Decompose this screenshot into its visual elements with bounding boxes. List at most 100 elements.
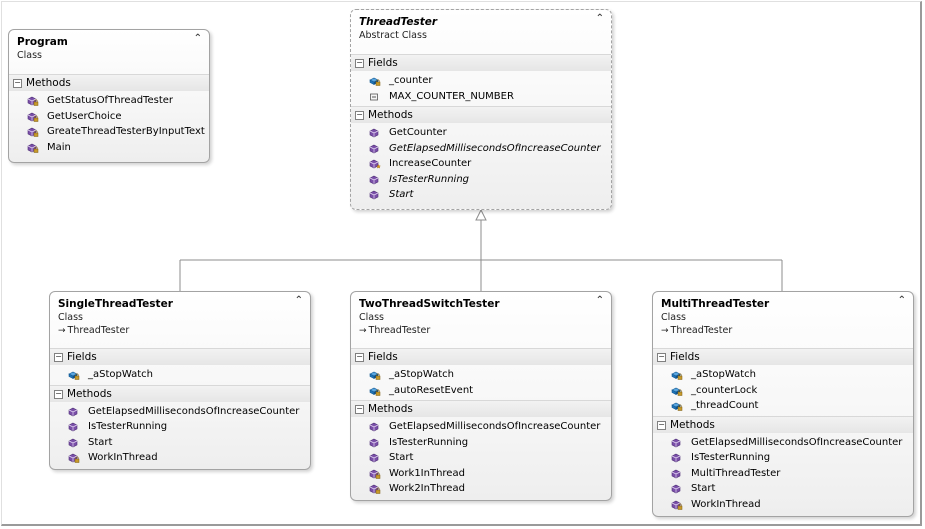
member-label: IncreaseCounter <box>389 158 472 169</box>
member-item[interactable]: _autoResetEvent <box>351 383 611 399</box>
member-item[interactable]: Start <box>351 187 611 203</box>
member-label: _aStopWatch <box>691 369 756 380</box>
method-icon <box>369 422 379 432</box>
method-icon <box>671 453 681 463</box>
member-label: _threadCount <box>691 400 759 411</box>
method-icon <box>369 190 379 200</box>
class-two-thread-switch-tester[interactable]: TwoThreadSwitchTester Class → ThreadTeste… <box>350 291 612 501</box>
method-icon <box>369 128 379 138</box>
section-fields[interactable]: − Fields <box>351 54 611 71</box>
member-item[interactable]: _counter <box>351 73 611 89</box>
class-program[interactable]: Program Class ⌃ − Methods GetStatusOfThre… <box>8 29 210 163</box>
member-item[interactable]: WorkInThread <box>50 450 310 466</box>
class-name: SingleThreadTester <box>58 298 173 310</box>
class-thread-tester[interactable]: ThreadTester Abstract Class ⌃ − Fields _c… <box>350 9 612 210</box>
member-item[interactable]: Work2InThread <box>351 481 611 497</box>
member-item[interactable]: GetElapsedMillisecondsOfIncreaseCounter <box>351 141 611 157</box>
collapse-chevron-icon[interactable]: ⌃ <box>898 295 906 306</box>
member-label: _aStopWatch <box>389 369 454 380</box>
section-toggle-icon[interactable]: − <box>54 389 63 399</box>
member-item[interactable]: Start <box>653 481 913 497</box>
section-methods[interactable]: − Methods <box>9 74 209 91</box>
private-method-icon <box>27 96 39 106</box>
class-parent: → ThreadTester <box>359 325 431 336</box>
member-label: _counterLock <box>691 384 758 396</box>
private-field-icon <box>671 387 683 396</box>
inheritance-arrowhead <box>475 208 487 221</box>
member-item[interactable]: IsTesterRunning <box>351 435 611 451</box>
class-multi-thread-tester[interactable]: MultiThreadTester Class → ThreadTester ⌃ … <box>652 291 914 517</box>
member-item[interactable]: _aStopWatch <box>50 367 310 383</box>
member-label: MultiThreadTester <box>691 467 781 479</box>
section-fields[interactable]: − Fields <box>351 348 611 365</box>
collapse-chevron-icon[interactable]: ⌃ <box>194 33 202 44</box>
member-item[interactable]: _aStopWatch <box>351 367 611 383</box>
member-item[interactable]: GetElapsedMillisecondsOfIncreaseCounter <box>351 419 611 435</box>
member-item[interactable]: MAX_COUNTER_NUMBER <box>351 89 611 105</box>
section-toggle-icon[interactable]: − <box>355 111 364 120</box>
member-item[interactable]: IsTesterRunning <box>351 172 611 188</box>
member-item[interactable]: _aStopWatch <box>653 367 913 383</box>
member-item[interactable]: GetCounter <box>351 125 611 141</box>
section-toggle-icon[interactable]: − <box>13 79 22 88</box>
member-label: GetCounter <box>389 127 447 138</box>
member-item[interactable]: Main <box>9 140 209 156</box>
section-methods[interactable]: − Methods <box>50 384 310 402</box>
private-field-icon <box>68 371 80 380</box>
member-item[interactable]: Start <box>351 450 611 466</box>
method-icon <box>369 144 379 153</box>
section-toggle-icon[interactable]: − <box>355 405 364 414</box>
member-label: GetElapsedMillisecondsOfIncreaseCounter <box>691 436 903 448</box>
member-item[interactable]: MultiThreadTester <box>653 466 913 482</box>
section-methods[interactable]: − Methods <box>653 415 913 433</box>
member-item[interactable]: Work1InThread <box>351 466 611 482</box>
section-fields[interactable]: − Fields <box>50 348 310 365</box>
class-name: ThreadTester <box>359 16 438 28</box>
member-list: _aStopWatch <box>50 365 310 385</box>
inherits-arrow-icon: → <box>661 326 669 336</box>
member-item[interactable]: GetElapsedMillisecondsOfIncreaseCounter <box>653 435 913 451</box>
private-field-icon <box>369 371 381 380</box>
member-item[interactable]: GreateThreadTesterByInputText <box>9 124 209 140</box>
member-label: WorkInThread <box>88 452 158 463</box>
collapse-chevron-icon[interactable]: ⌃ <box>596 295 604 306</box>
member-item[interactable]: IncreaseCounter <box>351 156 611 172</box>
member-item[interactable]: _threadCount <box>653 398 913 414</box>
member-item[interactable]: IsTesterRunning <box>653 450 913 466</box>
member-item[interactable]: GetElapsedMillisecondsOfIncreaseCounter <box>50 404 310 420</box>
member-item[interactable]: _counterLock <box>653 383 913 399</box>
member-label: Start <box>389 189 414 200</box>
section-toggle-icon[interactable]: − <box>54 353 63 362</box>
member-label: IsTesterRunning <box>389 436 469 448</box>
member-item[interactable]: IsTesterRunning <box>50 419 310 435</box>
class-single-thread-tester[interactable]: SingleThreadTester Class → ThreadTester ⌃… <box>49 291 311 470</box>
member-item[interactable]: GetUserChoice <box>9 109 209 125</box>
member-item[interactable]: Start <box>50 435 310 451</box>
section-fields[interactable]: − Fields <box>653 348 913 365</box>
member-item[interactable]: GetStatusOfThreadTester <box>9 93 209 109</box>
method-icon <box>671 469 681 478</box>
member-label: Start <box>389 452 414 463</box>
member-label: GetElapsedMillisecondsOfIncreaseCounter <box>88 405 300 417</box>
section-toggle-icon[interactable]: − <box>355 59 364 68</box>
method-icon <box>369 453 379 463</box>
section-toggle-icon[interactable]: − <box>355 353 364 362</box>
member-label: IsTesterRunning <box>691 452 771 463</box>
collapse-chevron-icon[interactable]: ⌃ <box>295 295 303 306</box>
member-label: _aStopWatch <box>88 369 153 380</box>
class-name: TwoThreadSwitchTester <box>359 298 500 310</box>
member-label: Work2InThread <box>389 483 465 494</box>
section-toggle-icon[interactable]: − <box>657 353 666 362</box>
collapse-chevron-icon[interactable]: ⌃ <box>596 13 604 24</box>
class-parent: → ThreadTester <box>661 325 733 336</box>
section-toggle-icon[interactable]: − <box>657 420 666 430</box>
member-label: GetStatusOfThreadTester <box>47 95 174 106</box>
member-item[interactable]: WorkInThread <box>653 497 913 513</box>
member-list: _aStopWatch _autoResetEvent <box>351 365 611 400</box>
section-methods[interactable]: − Methods <box>351 106 611 123</box>
class-kind: Abstract Class <box>359 30 427 41</box>
private-field-icon <box>369 387 381 396</box>
section-methods[interactable]: − Methods <box>351 400 611 417</box>
method-icon <box>68 407 78 416</box>
private-field-icon <box>369 77 381 86</box>
